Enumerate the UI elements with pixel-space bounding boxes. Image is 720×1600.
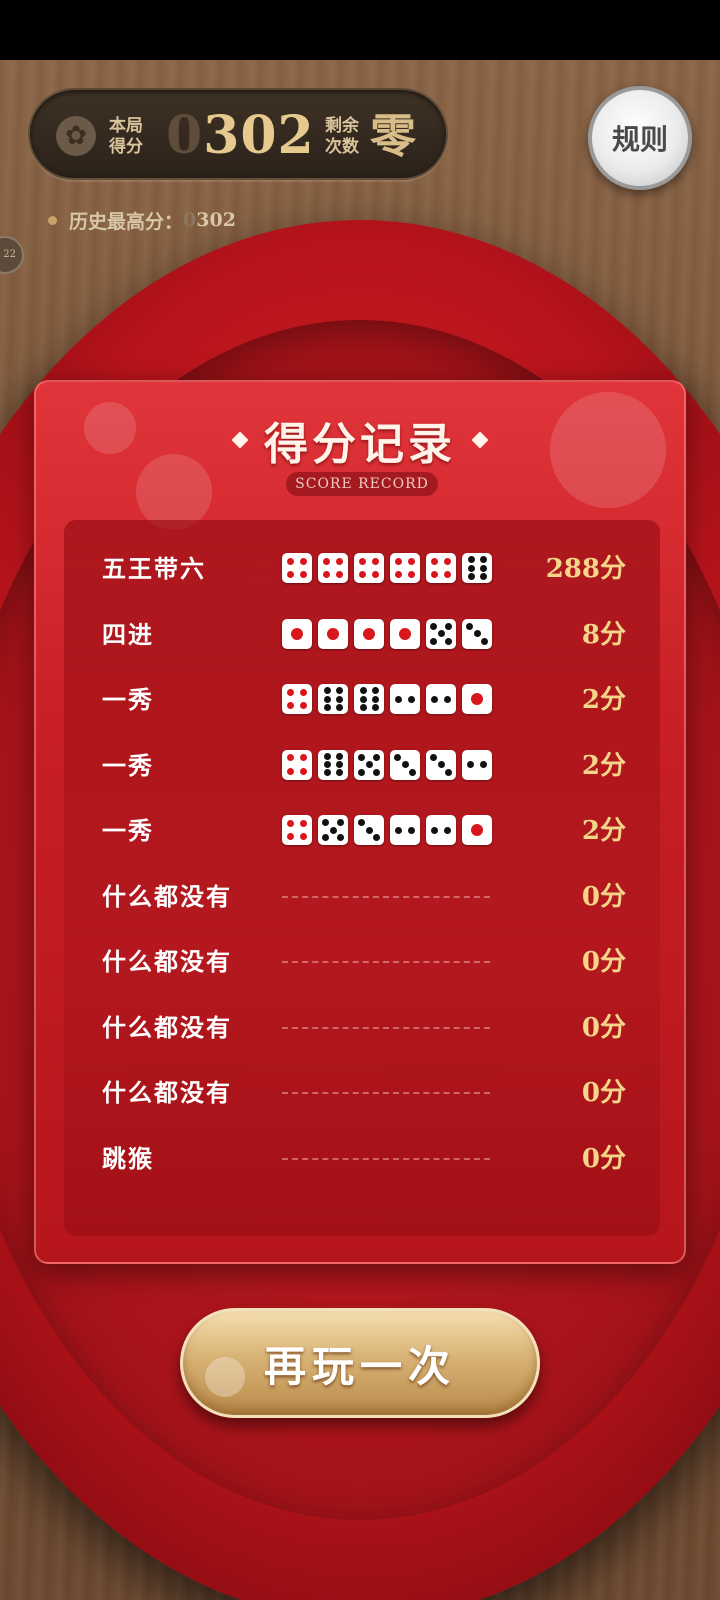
die-face-3-icon (426, 749, 456, 780)
empty-dice-placeholder (282, 1026, 490, 1029)
record-row: 四进 8分 (64, 602, 660, 668)
die-face-1-icon (390, 618, 420, 649)
die-face-4-icon (354, 553, 384, 583)
combo-name: 一秀 (102, 816, 154, 845)
combo-score: 0分 (581, 1078, 626, 1108)
die-face-2-icon (426, 684, 456, 714)
combo-score: 2分 (581, 685, 626, 715)
flower-icon (205, 1357, 245, 1397)
combo-score: 8分 (581, 619, 626, 650)
die-face-2-icon (390, 815, 420, 845)
status-bar (0, 0, 720, 60)
record-row: 跳猴 0分 (64, 1126, 660, 1192)
die-face-1-icon (282, 618, 312, 649)
record-list: 五王带六 288分 四进 8分 一秀 2分 一秀 2分 一秀 2分 什么都没有 0分 什么都没有 0分 什么… (64, 520, 660, 1236)
combo-name: 什么都没有 (102, 947, 232, 976)
die-face-3-icon (390, 749, 420, 780)
score-record-panel: 得分记录 SCORE RECORD 五王带六 288分 四进 8分 一秀 2分 一秀 2分 一秀… (34, 380, 686, 1264)
record-row: 什么都没有 0分 (64, 864, 660, 930)
empty-dice-placeholder (282, 1092, 490, 1094)
diamond-icon (471, 431, 489, 449)
play-again-button[interactable]: 再玩一次 (180, 1308, 540, 1418)
combo-score: 0分 (581, 1012, 626, 1043)
empty-dice-placeholder (282, 895, 490, 898)
die-face-3-icon (462, 618, 492, 649)
dice-group (282, 749, 492, 782)
flower-emblem-icon: ✿ (56, 116, 96, 156)
die-face-4-icon (318, 553, 348, 583)
history-high-score: 历史最高分： 0 302 (48, 206, 236, 234)
diamond-icon (231, 431, 249, 449)
empty-dice-placeholder (282, 1157, 490, 1160)
record-row: 一秀 2分 (64, 667, 660, 733)
die-face-1-icon (462, 815, 492, 845)
die-face-4-icon (282, 684, 312, 714)
panel-title: 得分记录 (36, 412, 684, 470)
combo-name: 什么都没有 (102, 881, 232, 911)
rules-button[interactable]: 规则 (588, 86, 692, 190)
record-row: 什么都没有 0分 (64, 995, 660, 1061)
die-face-4-icon (282, 553, 312, 583)
dice-group (282, 553, 492, 585)
die-face-1-icon (354, 618, 384, 649)
combo-name: 什么都没有 (102, 1012, 232, 1042)
die-face-4-icon (282, 815, 312, 845)
combo-score: 288分 (545, 554, 626, 584)
combo-score: 2分 (581, 750, 626, 781)
combo-name: 什么都没有 (102, 1078, 232, 1107)
combo-score: 0分 (581, 1143, 626, 1174)
die-face-2-icon (390, 684, 420, 714)
current-score-label: 本局 得分 (109, 116, 143, 157)
combo-name: 一秀 (102, 685, 154, 714)
panel-subtitle: SCORE RECORD (286, 472, 438, 496)
die-face-5-icon (426, 618, 456, 649)
dice-group (282, 684, 492, 716)
record-row: 一秀 2分 (64, 733, 660, 799)
empty-dice-placeholder (282, 961, 490, 963)
record-row: 五王带六 288分 (64, 536, 660, 602)
combo-name: 一秀 (102, 750, 154, 780)
die-face-4-icon (282, 749, 312, 780)
dice-group (282, 618, 492, 651)
remaining-value: 零 (370, 109, 416, 163)
die-face-6-icon (318, 749, 348, 780)
score-bar: ✿ 本局 得分 0302 剩余 次数 零 (28, 88, 448, 180)
combo-name: 跳猴 (102, 1143, 154, 1173)
die-face-2-icon (462, 749, 492, 780)
combo-score: 2分 (581, 816, 626, 846)
combo-score: 0分 (581, 881, 626, 912)
die-face-2-icon (426, 815, 456, 845)
die-face-4-icon (390, 553, 420, 583)
die-face-6-icon (462, 553, 492, 583)
die-face-4-icon (426, 553, 456, 583)
dice-group (282, 815, 492, 847)
die-face-6-icon (318, 684, 348, 714)
combo-name: 五王带六 (102, 554, 206, 583)
die-face-1-icon (462, 684, 492, 714)
die-face-5-icon (354, 749, 384, 780)
current-score-value: 0302 (166, 105, 315, 166)
record-row: 一秀 2分 (64, 798, 660, 864)
remaining-label: 剩余 次数 (325, 116, 359, 157)
bullet-icon (48, 215, 57, 225)
die-face-1-icon (318, 618, 348, 649)
die-face-5-icon (318, 815, 348, 845)
combo-name: 四进 (102, 619, 154, 649)
record-row: 什么都没有 0分 (64, 1060, 660, 1126)
combo-score: 0分 (581, 947, 626, 977)
record-row: 什么都没有 0分 (64, 929, 660, 995)
die-face-3-icon (354, 815, 384, 845)
die-face-6-icon (354, 684, 384, 714)
